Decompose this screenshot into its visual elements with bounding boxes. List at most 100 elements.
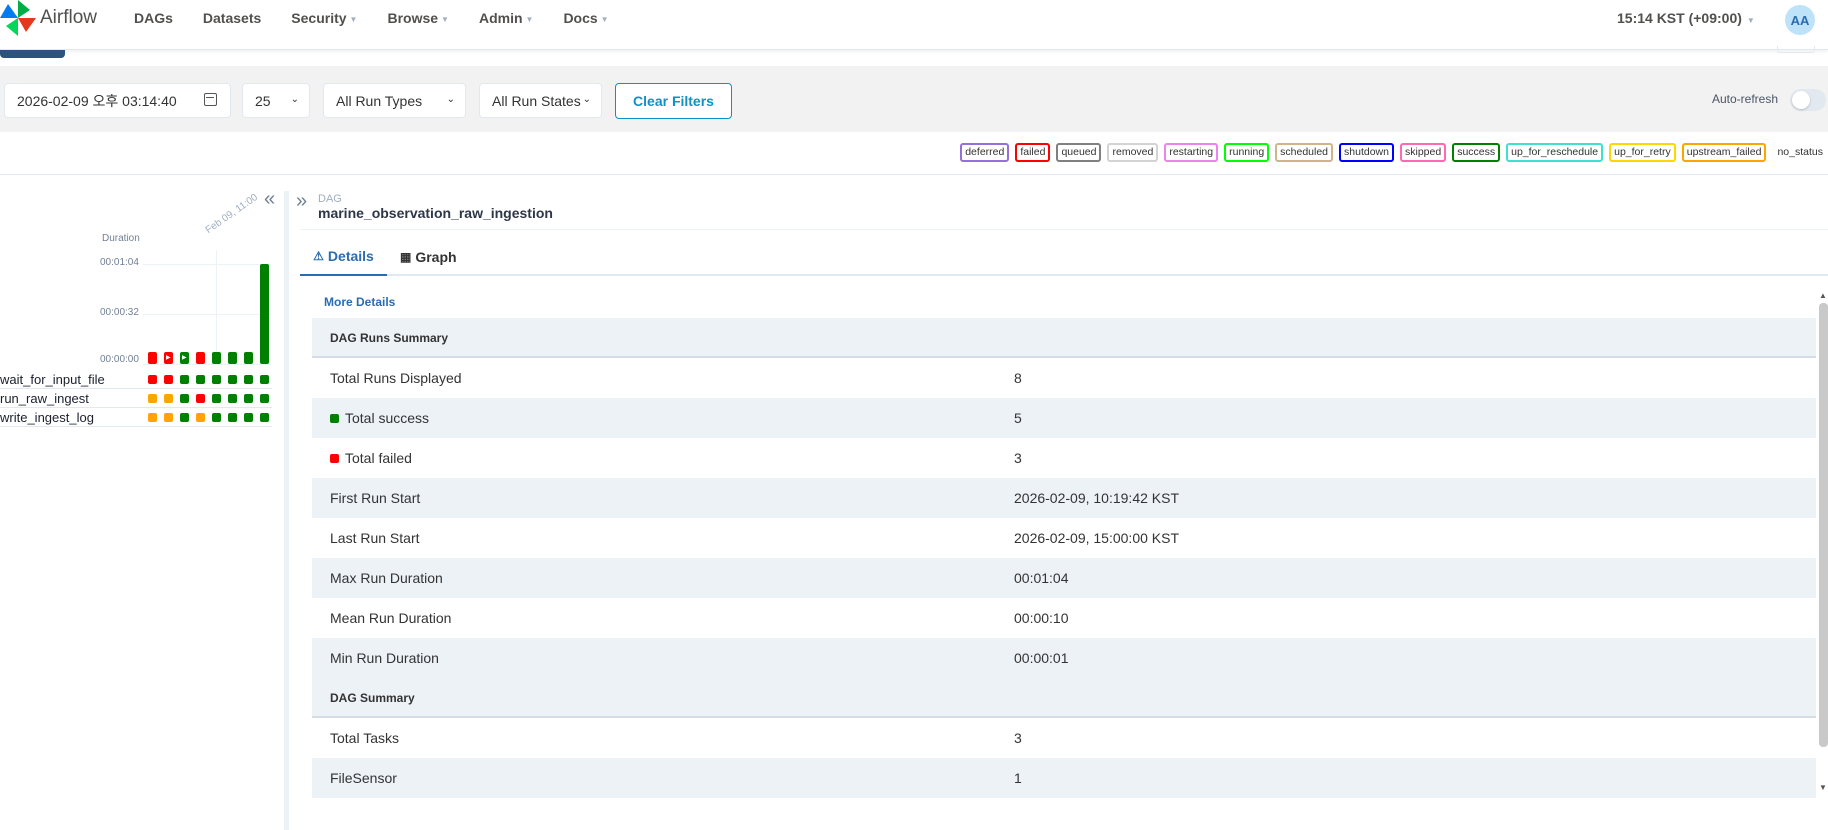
summary-row: Mean Run Duration 00:00:10 xyxy=(312,598,1816,638)
row-value: 2026-02-09, 15:00:00 KST xyxy=(1014,530,1180,546)
pinwheel-icon xyxy=(0,0,36,36)
tab-details[interactable]: ⚠ Details xyxy=(300,238,387,276)
row-value: 2026-02-09, 10:19:42 KST xyxy=(1014,490,1180,506)
airflow-logo[interactable]: Airflow xyxy=(0,0,97,36)
summary-row: Max Run Duration 00:01:04 xyxy=(312,558,1816,598)
task-instance-cell[interactable] xyxy=(260,394,269,403)
legend-failed[interactable]: failed xyxy=(1015,143,1051,162)
user-avatar[interactable]: AA xyxy=(1785,5,1815,35)
task-instance-cell[interactable] xyxy=(212,375,221,384)
nav-docs[interactable]: Docs ▼ xyxy=(563,10,608,26)
legend-skipped[interactable]: skipped xyxy=(1399,143,1447,162)
task-instance-cell[interactable] xyxy=(212,413,221,422)
legend-restarting[interactable]: restarting xyxy=(1164,143,1219,162)
task-name[interactable]: run_raw_ingest xyxy=(0,391,89,406)
nav-browse[interactable]: Browse ▼ xyxy=(387,10,449,26)
tab-details-label: Details xyxy=(327,248,374,264)
task-instance-cell[interactable] xyxy=(148,413,157,422)
nav-datasets[interactable]: Datasets xyxy=(203,10,261,26)
dag-id-title[interactable]: marine_observation_raw_ingestion xyxy=(318,205,553,221)
run-bar[interactable] xyxy=(148,352,157,364)
task-row: write_ingest_log xyxy=(0,408,272,427)
run-bar[interactable]: ▶ xyxy=(164,352,173,364)
task-instance-cell[interactable] xyxy=(244,413,253,422)
legend-success[interactable]: success xyxy=(1452,143,1501,162)
tab-graph[interactable]: ▦ Graph xyxy=(400,238,457,276)
run-state-select[interactable]: All Run States ⌄ xyxy=(479,83,602,118)
run-type-select[interactable]: All Run Types ⌄ xyxy=(323,83,466,118)
legend-up-for-retry[interactable]: up_for_retry xyxy=(1609,143,1676,162)
run-bar[interactable]: ▶ xyxy=(180,352,189,364)
auto-refresh-label: Auto-refresh xyxy=(1712,92,1779,106)
nav-link-label: Security xyxy=(291,10,347,26)
divider xyxy=(300,229,1828,230)
base-date-input[interactable]: 2026-02-09 오후 03:14:40 xyxy=(4,83,231,118)
task-instance-cell[interactable] xyxy=(164,413,173,422)
task-instance-cell[interactable] xyxy=(180,394,189,403)
legend-running[interactable]: running xyxy=(1224,143,1270,162)
task-name[interactable]: write_ingest_log xyxy=(0,410,94,425)
row-value: 00:00:10 xyxy=(1014,610,1069,626)
row-key-label: Last Run Start xyxy=(330,530,420,546)
current-time: 15:14 KST (+09:00) xyxy=(1617,10,1742,26)
task-instance-cell[interactable] xyxy=(196,394,205,403)
task-instance-cell[interactable] xyxy=(164,394,173,403)
row-key-label: DAG Summary xyxy=(330,691,415,705)
task-instance-cell[interactable] xyxy=(228,394,237,403)
collapse-grid-icon[interactable]: « xyxy=(264,189,275,209)
task-instance-cell[interactable] xyxy=(180,375,189,384)
run-bar[interactable] xyxy=(260,264,269,364)
scrollbar-thumb[interactable] xyxy=(1819,303,1828,747)
task-instance-cell[interactable] xyxy=(228,413,237,422)
nav-dags[interactable]: DAGs xyxy=(134,10,173,26)
legend-shutdown[interactable]: shutdown xyxy=(1339,143,1394,162)
task-instance-cell[interactable] xyxy=(244,394,253,403)
task-name[interactable]: wait_for_input_file xyxy=(0,372,105,387)
nav-admin[interactable]: Admin ▼ xyxy=(479,10,533,26)
legend-scheduled[interactable]: scheduled xyxy=(1275,143,1334,162)
chevron-down-icon: ▼ xyxy=(1746,16,1755,25)
clear-filters-button[interactable]: Clear Filters xyxy=(615,83,732,119)
task-instance-cell[interactable] xyxy=(196,375,205,384)
task-instance-cell[interactable] xyxy=(228,375,237,384)
legend-queued[interactable]: queued xyxy=(1056,143,1102,162)
summary-row: Total success 5 xyxy=(312,398,1816,438)
legend-no-status[interactable]: no_status xyxy=(1772,143,1828,162)
task-instance-cell[interactable] xyxy=(260,413,269,422)
more-details-link[interactable]: More Details xyxy=(324,295,395,309)
chevron-down-icon: ▼ xyxy=(600,14,609,24)
toggle-knob xyxy=(1792,91,1810,109)
num-runs-select[interactable]: 25 ⌄ xyxy=(242,83,310,118)
legend-upstream-failed[interactable]: upstream_failed xyxy=(1681,143,1767,162)
task-instance-cell[interactable] xyxy=(244,375,253,384)
row-key: Last Run Start xyxy=(330,530,420,546)
summary-row: Last Run Start 2026-02-09, 15:00:00 KST xyxy=(312,518,1816,558)
legend-removed[interactable]: removed xyxy=(1107,143,1159,162)
task-instance-cell[interactable] xyxy=(148,394,157,403)
task-instance-cell[interactable] xyxy=(260,375,269,384)
scroll-down-arrow[interactable]: ▼ xyxy=(1819,783,1827,792)
task-instance-cell[interactable] xyxy=(212,394,221,403)
status-swatch xyxy=(330,414,339,423)
row-value: 8 xyxy=(1014,370,1022,386)
task-instance-cell[interactable] xyxy=(164,375,173,384)
auto-refresh-toggle[interactable] xyxy=(1790,89,1826,111)
nav-link-label: Docs xyxy=(563,10,598,26)
task-instance-cell[interactable] xyxy=(196,413,205,422)
timezone-menu[interactable]: 15:14 KST (+09:00) ▼ xyxy=(1617,10,1755,26)
scroll-up-arrow[interactable]: ▲ xyxy=(1819,291,1827,300)
panel-resizer[interactable] xyxy=(284,191,289,830)
task-instance-cell[interactable] xyxy=(148,375,157,384)
task-instance-cell[interactable] xyxy=(180,413,189,422)
calendar-icon[interactable] xyxy=(204,93,217,106)
run-bar[interactable] xyxy=(212,352,221,364)
run-bar[interactable] xyxy=(196,352,205,364)
y-tick-zero: 00:00:00 xyxy=(100,354,139,365)
nav-security[interactable]: Security ▼ xyxy=(291,10,357,26)
gridline xyxy=(143,264,271,265)
legend-deferred[interactable]: deferred xyxy=(960,143,1010,162)
run-bar[interactable] xyxy=(244,352,253,364)
run-bar[interactable] xyxy=(228,352,237,364)
legend-up-for-reschedule[interactable]: up_for_reschedule xyxy=(1506,143,1604,162)
expand-details-icon[interactable]: » xyxy=(296,191,307,211)
